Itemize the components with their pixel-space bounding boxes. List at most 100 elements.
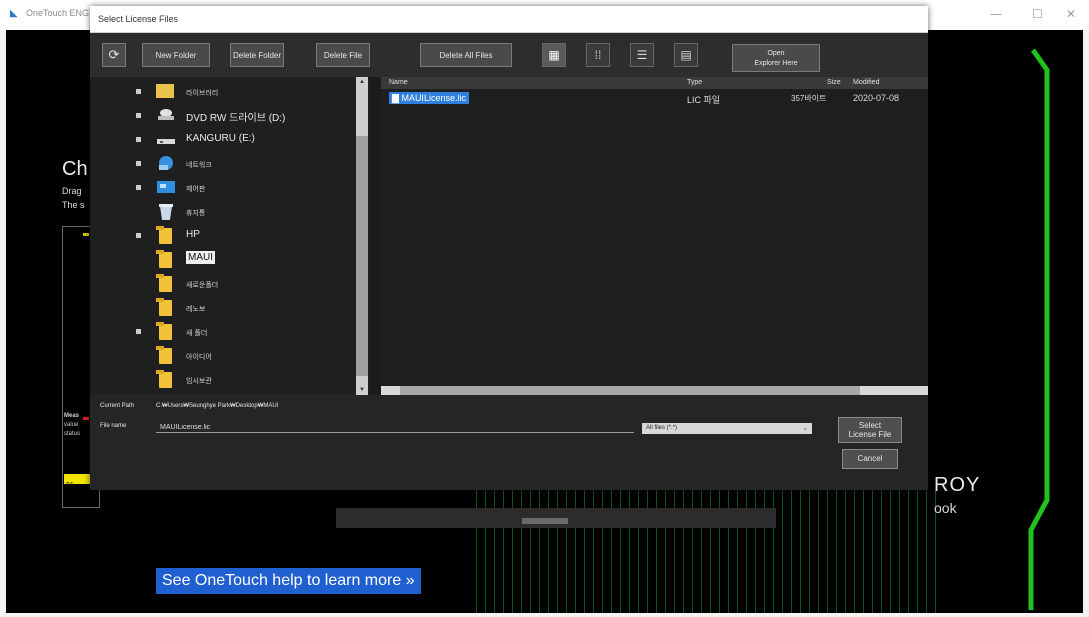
current-path-value: C:₩Users₩Seunghye Park₩Desktop₩MAUI: [156, 403, 279, 409]
file-type-filter[interactable]: All files (*.*) ⌄: [642, 423, 812, 434]
scroll-up-icon[interactable]: ▲: [356, 77, 368, 87]
small-icons-view-button[interactable]: ⁞⁞: [586, 43, 610, 67]
tree-item-label: 제어판: [186, 186, 206, 193]
dialog-title: Select License Files: [98, 14, 179, 24]
chevron-down-icon: ⌄: [802, 425, 808, 432]
file-list-header: Name Type Size Modified: [381, 77, 928, 89]
file-icon: ▇: [392, 93, 399, 103]
app-title: OneTouch ENG: [26, 8, 90, 18]
tree-item-folder[interactable]: 새 폴더: [90, 321, 356, 343]
delete-file-button[interactable]: Delete File: [316, 43, 370, 67]
file-type-cell: LIC 파일: [687, 95, 721, 105]
maximize-button[interactable]: ☐: [1032, 7, 1043, 21]
tree-item-label: 임시보관: [186, 378, 212, 385]
tree-item-network[interactable]: 네트워크: [90, 153, 356, 175]
open-explorer-label: Explorer Here: [754, 60, 798, 67]
close-button[interactable]: ✕: [1066, 7, 1076, 21]
scroll-down-icon[interactable]: ▼: [356, 385, 368, 395]
folder-icon: [156, 226, 172, 244]
tree-item-label: 라이브러리: [186, 90, 219, 97]
tree-item-kanguru[interactable]: KANGURU (E:): [90, 129, 356, 151]
column-header-type[interactable]: Type: [687, 79, 702, 86]
refresh-button[interactable]: ⟳: [102, 43, 126, 67]
list-view-button[interactable]: ☰: [630, 43, 654, 67]
select-license-dialog: Select License Files ⟳ New Folder Delete…: [90, 6, 928, 490]
background-brand-text: ROY: [934, 474, 981, 496]
tree-expand-icon[interactable]: [136, 89, 141, 94]
tree-item-label: 아이디어: [186, 354, 212, 361]
tree-item-folder[interactable]: 아이디어: [90, 345, 356, 367]
refresh-icon: ⟳: [108, 47, 120, 62]
open-explorer-label: Open: [767, 50, 785, 57]
tree-item-hp[interactable]: HP: [90, 225, 356, 247]
column-header-size[interactable]: Size: [827, 79, 841, 86]
delete-folder-button[interactable]: Delete Folder: [230, 43, 284, 67]
tree-item-folder[interactable]: 새로운폴더: [90, 273, 356, 295]
meter-marker: [83, 233, 89, 236]
background-brand-subtext: ook: [934, 500, 957, 516]
tree-expand-icon[interactable]: [136, 161, 141, 166]
tree-item-label: 네트워크: [186, 162, 212, 169]
file-size-cell: 357바이트: [791, 94, 827, 103]
file-modified-cell: 2020-07-08: [853, 93, 900, 103]
background-progress-thumb: [522, 518, 568, 524]
tree-item-dvd-drive[interactable]: DVD RW 드라이브 (D:): [90, 105, 356, 127]
large-icons-view-icon: ▦: [548, 48, 560, 62]
tree-expand-icon[interactable]: [136, 113, 141, 118]
background-heading: Ch: [62, 158, 88, 180]
select-license-file-button[interactable]: Select License File: [838, 417, 902, 443]
tree-expand-icon[interactable]: [136, 233, 141, 238]
current-path-label: Current Path: [100, 403, 135, 409]
help-link[interactable]: See OneTouch help to learn more »: [156, 568, 421, 594]
usb-drive-icon: [156, 131, 176, 147]
large-icons-view-button[interactable]: ▦: [542, 43, 566, 67]
tree-item-label: 휴지통: [186, 210, 206, 217]
file-name-label: File name: [100, 423, 127, 429]
file-name-cell[interactable]: ▇ MAUILicense.lic: [389, 92, 469, 104]
tree-expand-icon[interactable]: [136, 137, 141, 142]
folder-icon: [156, 298, 172, 316]
file-row[interactable]: ▇ MAUILicense.lic LIC 파일 357바이트 2020-07-…: [381, 92, 928, 105]
folder-icon: [156, 322, 172, 340]
tree-item-label: 새로운폴더: [186, 282, 219, 289]
minimize-button[interactable]: —: [990, 7, 1002, 21]
tree-expand-icon[interactable]: [136, 329, 141, 334]
list-view-icon: ☰: [636, 48, 648, 62]
file-name-input[interactable]: [156, 422, 634, 433]
details-view-icon: ▤: [680, 48, 692, 62]
open-explorer-button[interactable]: Open Explorer Here: [732, 44, 820, 72]
cancel-button[interactable]: Cancel: [842, 449, 898, 469]
delete-all-files-button[interactable]: Delete All Files: [420, 43, 512, 67]
file-list[interactable]: Name Type Size Modified ▇ MAUILicense.li…: [381, 77, 928, 395]
background-badge-text: 01: [66, 482, 74, 489]
new-folder-button[interactable]: New Folder: [142, 43, 210, 67]
file-name-text: MAUILicense.lic: [401, 93, 466, 103]
dialog-footer: Current Path C:₩Users₩Seunghye Park₩Desk…: [90, 395, 928, 490]
background-label: value: [64, 422, 79, 428]
tree-item-control-panel[interactable]: 제어판: [90, 177, 356, 199]
small-icons-view-icon: ⁞⁞: [594, 48, 602, 62]
details-view-button[interactable]: ▤: [674, 43, 698, 67]
background-label: Meas: [64, 413, 80, 419]
tree-item-folder[interactable]: 레노보: [90, 297, 356, 319]
background-text-line: Drag: [62, 186, 82, 196]
column-header-name[interactable]: Name: [389, 79, 408, 86]
tree-scrollbar-thumb[interactable]: [356, 136, 368, 376]
tree-item-label: KANGURU (E:): [186, 133, 255, 144]
folder-icon: [156, 370, 172, 388]
tree-expand-icon[interactable]: [136, 185, 141, 190]
tree-item-folder[interactable]: 임시보관: [90, 369, 356, 391]
tree-item-label: DVD RW 드라이브 (D:): [186, 113, 286, 124]
tree-item-recycle-bin[interactable]: 휴지통: [90, 201, 356, 223]
folder-icon: [156, 250, 172, 268]
library-icon: [156, 84, 174, 98]
tree-item-maui[interactable]: MAUI: [90, 249, 356, 271]
background-text-line: The s: [62, 200, 85, 210]
decorative-green-line: [1028, 48, 1050, 610]
meter-marker: [83, 417, 89, 420]
folder-tree[interactable]: 라이브러리 DVD RW 드라이브 (D:) KANGURU (E:) 네트워크: [90, 77, 370, 395]
tree-item-library[interactable]: 라이브러리: [90, 81, 356, 103]
column-header-modified[interactable]: Modified: [853, 79, 879, 86]
dialog-toolbar: ⟳ New Folder Delete Folder Delete File D…: [90, 33, 928, 77]
select-button-label: Select: [858, 421, 882, 430]
